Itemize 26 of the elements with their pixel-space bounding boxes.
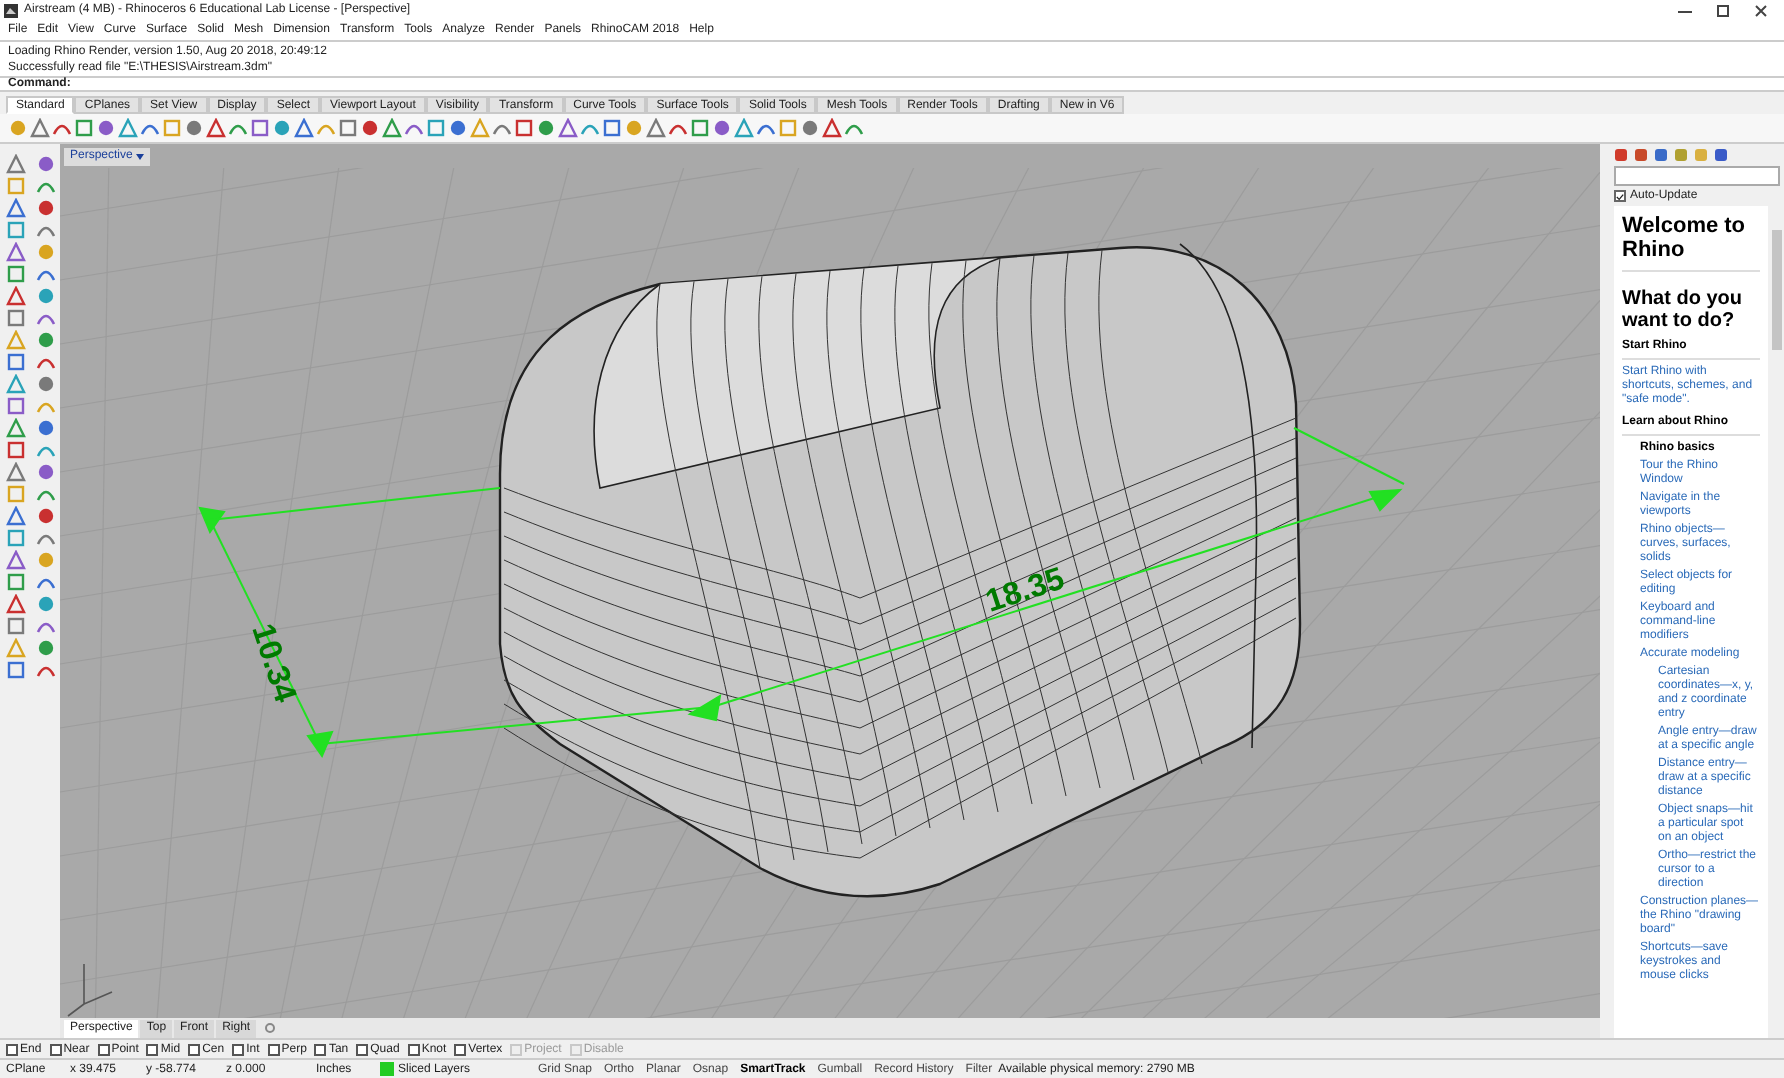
dimension-label: 18.35 xyxy=(981,562,1069,620)
osnap-checkbox[interactable] xyxy=(407,1043,420,1055)
app-logo-icon xyxy=(4,3,18,17)
scrollbar[interactable] xyxy=(1768,206,1784,1038)
auto-update-checkbox[interactable] xyxy=(1614,190,1626,202)
axis-icon xyxy=(67,963,113,1017)
check-icon xyxy=(1616,191,1624,201)
osnap-checkbox[interactable] xyxy=(232,1043,245,1055)
osnap-checkbox[interactable] xyxy=(267,1043,280,1055)
caret-icon xyxy=(136,153,145,159)
osnap-checkbox[interactable] xyxy=(188,1043,201,1055)
osnap-checkbox[interactable] xyxy=(314,1043,327,1055)
help-subtitle: What do you want to do? xyxy=(1622,288,1744,332)
dimension-label: 10.34 xyxy=(244,619,302,707)
maximize-icon[interactable] xyxy=(1716,3,1730,17)
osnap-checkbox[interactable] xyxy=(146,1043,159,1055)
osnap-checkbox[interactable] xyxy=(454,1043,467,1055)
osnap-checkbox[interactable] xyxy=(6,1043,18,1055)
help-title: Welcome to Rhino xyxy=(1622,214,1760,272)
osnap-checkbox[interactable] xyxy=(49,1043,62,1055)
osnap-checkbox[interactable] xyxy=(97,1043,110,1055)
osnap-checkbox[interactable] xyxy=(356,1043,369,1055)
trailer-model-drawing[interactable] xyxy=(498,243,1302,898)
layer-swatch[interactable] xyxy=(380,1062,394,1076)
close-icon[interactable] xyxy=(1754,3,1768,17)
search-field[interactable] xyxy=(1614,166,1780,186)
